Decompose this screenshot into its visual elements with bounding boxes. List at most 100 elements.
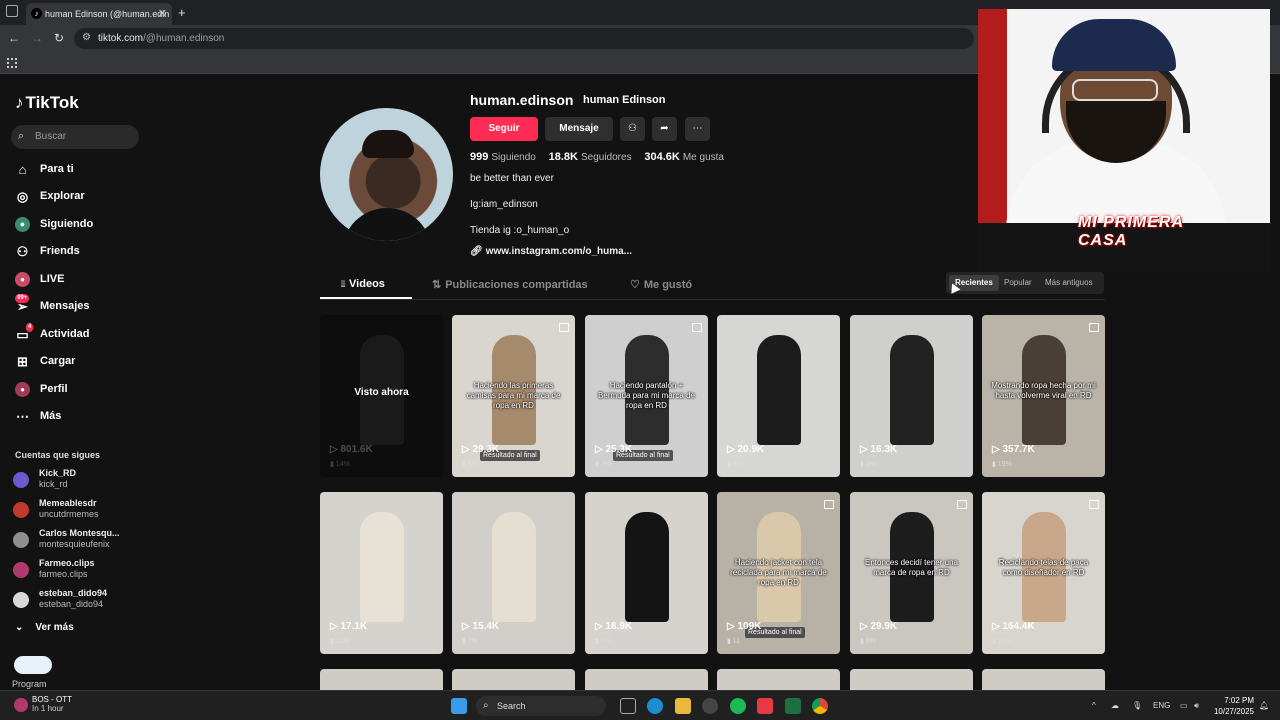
- site-info-icon[interactable]: ⚙: [82, 32, 91, 43]
- add-friend-icon[interactable]: ⚇: [620, 117, 645, 141]
- video-card-partial[interactable]: [850, 669, 973, 690]
- profile-avatar: [320, 108, 453, 241]
- video-card-partial[interactable]: [320, 669, 443, 690]
- sort-popular-button[interactable]: Popular: [998, 275, 1038, 291]
- reload-icon[interactable]: ↻: [54, 32, 64, 44]
- notifications-icon[interactable]: 🔔︎: [1259, 701, 1269, 710]
- video-card-partial[interactable]: [982, 669, 1105, 690]
- bio-line: Ig:iam_edinson: [470, 199, 538, 210]
- video-card[interactable]: Haciendo las primeras camisas para mi ma…: [452, 315, 575, 477]
- video-card[interactable]: Mostrando ropa hecha por mi hasta volver…: [982, 315, 1105, 477]
- video-card[interactable]: ▷ 17.1K ▮ 10%: [320, 492, 443, 654]
- windows-start-icon[interactable]: [451, 698, 467, 714]
- sidebar-label: Explorar: [40, 190, 85, 202]
- search-input[interactable]: ⌕ Buscar: [11, 125, 139, 149]
- task-view-icon[interactable]: [620, 698, 636, 714]
- followed-account[interactable]: Memeablesdr uncutdrmemes: [13, 497, 143, 523]
- cloud-icon[interactable]: ☁: [1111, 701, 1119, 710]
- tab-search-icon[interactable]: [6, 5, 18, 17]
- live-icon: ●: [15, 272, 30, 287]
- browser-tab-active[interactable]: ♪ human Edinson (@human.edin ✕: [26, 3, 172, 25]
- video-card[interactable]: ▷ 16.3K ▮ 3%: [850, 315, 973, 477]
- retention-value: 14%: [335, 461, 350, 468]
- sidebar-item-live[interactable]: ● LIVE: [15, 270, 145, 290]
- apps-grid-icon[interactable]: [7, 58, 17, 68]
- followers-label[interactable]: Seguidores: [581, 152, 632, 163]
- edge-icon[interactable]: [647, 698, 663, 714]
- sort-oldest-button[interactable]: Más antiguos: [1039, 275, 1099, 291]
- tray-chevron-icon[interactable]: ^: [1092, 701, 1096, 710]
- system-clock[interactable]: 7:02 PM 10/27/2025: [1212, 695, 1254, 717]
- view-count: ▷ 25.3K: [595, 444, 632, 455]
- video-card[interactable]: ▷ 20.9K ▮ 8%: [717, 315, 840, 477]
- sidebar-item-mas[interactable]: ⋯ Más: [15, 407, 145, 427]
- file-explorer-icon[interactable]: [675, 698, 691, 714]
- activity-badge: 4: [26, 323, 34, 332]
- follow-button[interactable]: Seguir: [470, 117, 538, 141]
- video-card-partial[interactable]: [452, 669, 575, 690]
- followed-account[interactable]: esteban_dido94 esteban_dido94: [13, 587, 143, 613]
- account-handle: uncutdrmemes: [39, 509, 99, 519]
- forward-arrow-icon[interactable]: →: [31, 32, 43, 44]
- language-indicator[interactable]: ENG: [1153, 701, 1170, 710]
- obs-icon[interactable]: [702, 698, 718, 714]
- tiktok-logo[interactable]: ♪ TikTok: [15, 93, 79, 113]
- video-card[interactable]: Haciendo jacket con tela reciclada para …: [717, 492, 840, 654]
- volume-icon[interactable]: 🔊︎: [1194, 701, 1199, 711]
- tab-reposts[interactable]: ⇅ Publicaciones compartidas: [432, 278, 588, 291]
- retention-stat: ▮ 19%: [992, 460, 1012, 468]
- search-icon: ⌕: [483, 700, 489, 711]
- following-label[interactable]: Siguiendo: [491, 152, 535, 163]
- notification-widget[interactable]: BOS - OTT In 1 hour: [20, 695, 72, 713]
- followed-account[interactable]: Farmeo.clips farmeo.clips: [13, 557, 143, 583]
- video-card[interactable]: Entonces decidí tener una marca de ropa …: [850, 492, 973, 654]
- spotify-icon[interactable]: [730, 698, 746, 714]
- sidebar-item-perfil[interactable]: ● Perfil: [15, 380, 145, 400]
- video-card-partial[interactable]: [717, 669, 840, 690]
- recorder-icon[interactable]: [757, 698, 773, 714]
- view-count-value: 357.7K: [1002, 444, 1035, 455]
- video-card[interactable]: Reciclando telas de paca como diseñador …: [982, 492, 1105, 654]
- back-arrow-icon[interactable]: ←: [8, 32, 20, 44]
- address-bar[interactable]: ⚙ tiktok.com/@human.edinson: [74, 28, 974, 49]
- play-icon: ▷: [860, 444, 871, 455]
- more-options-icon[interactable]: ⋯: [685, 117, 710, 141]
- taskbar-search[interactable]: ⌕ Search: [476, 696, 606, 716]
- followed-account[interactable]: Carlos Montesqu... montesquieufenix: [13, 527, 143, 553]
- sidebar-item-mensajes[interactable]: ➢ Mensajes 99+: [15, 294, 145, 317]
- photo-carousel-icon: [559, 323, 569, 332]
- chrome-icon[interactable]: [812, 698, 828, 714]
- excel-icon[interactable]: [785, 698, 801, 714]
- sidebar-item-para-ti[interactable]: ⌂ Para ti: [15, 160, 145, 180]
- view-count-value: 15.4K: [472, 621, 500, 632]
- tab-videos[interactable]: ⦙⦙ Videos: [341, 278, 385, 290]
- message-button[interactable]: Mensaje: [545, 117, 613, 141]
- photo-carousel-icon: [824, 500, 834, 509]
- tiktok-logo-text: TikTok: [25, 93, 79, 112]
- tab-liked[interactable]: ♡ Me gustó: [630, 278, 692, 291]
- video-card[interactable]: Visto ahora ▷ 801.6K ▮ 14%: [320, 315, 443, 477]
- tab-close-icon[interactable]: ✕: [158, 7, 167, 20]
- video-card[interactable]: ▷ 16.9K ▮ 7%: [585, 492, 708, 654]
- network-icon[interactable]: ▭: [1180, 701, 1188, 710]
- followed-account[interactable]: Kick_RD kick_rd: [13, 467, 143, 493]
- sidebar-item-friends[interactable]: ⚇ Friends: [15, 242, 145, 262]
- tab-label: Me gustó: [643, 279, 693, 291]
- sidebar-item-actividad[interactable]: ▭ Actividad 4: [15, 323, 145, 345]
- see-more-button[interactable]: ⌄ Ver más: [15, 622, 74, 633]
- sidebar-item-explorar[interactable]: ◎ Explorar: [15, 187, 145, 207]
- video-card[interactable]: ▷ 15.4K ▮ 7%: [452, 492, 575, 654]
- video-card[interactable]: Haciendo pantalón + Bermuda para mi marc…: [585, 315, 708, 477]
- new-tab-button[interactable]: +: [178, 5, 186, 20]
- sidebar-item-siguiendo[interactable]: ● Siguiendo: [15, 215, 145, 235]
- profile-link[interactable]: 🔗︎ www.instagram.com/o_huma...: [470, 246, 632, 257]
- mic-icon[interactable]: 🎙︎: [1132, 701, 1142, 710]
- view-count: ▷ 29.3K: [462, 444, 499, 455]
- sidebar-item-cargar[interactable]: ⊞ Cargar: [15, 352, 145, 372]
- share-icon[interactable]: ➦: [652, 117, 677, 141]
- play-icon: ▷: [860, 621, 871, 632]
- program-toggle-icon[interactable]: [14, 656, 52, 674]
- video-card-partial[interactable]: [585, 669, 708, 690]
- retention-stat: ▮ 12%: [992, 637, 1012, 645]
- tab-title: human Edinson (@human.edin: [45, 9, 170, 19]
